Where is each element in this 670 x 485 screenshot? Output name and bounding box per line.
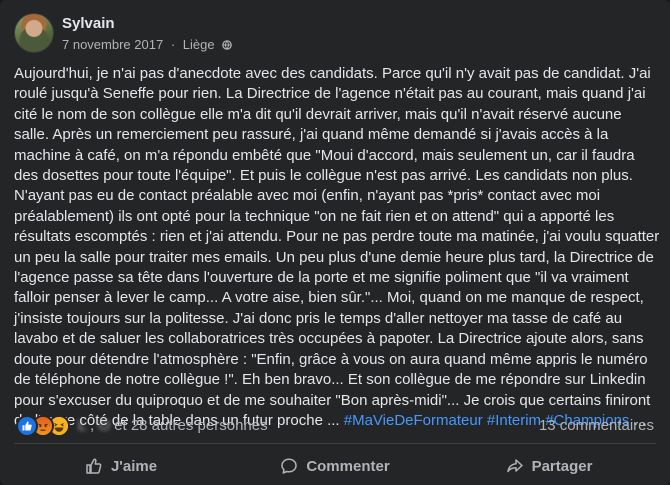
share-arrow-icon	[506, 459, 523, 473]
globe-icon[interactable]	[222, 40, 233, 50]
post-text: Aujourd'hui, je n'ai pas d'anecdote avec…	[14, 64, 660, 431]
reactor-others: et 28 autres personnes	[114, 417, 268, 434]
like-label: J'aime	[110, 457, 158, 475]
avatar[interactable]	[14, 13, 54, 53]
post-card: Sylvain 7 novembre 2017 · Liège Aujourd'…	[0, 0, 670, 485]
post-actions: J'aime Commenter Partager	[14, 449, 656, 483]
post-meta: 7 novembre 2017 · Liège	[62, 37, 233, 52]
reactor-name-1-hidden: ​	[85, 417, 90, 434]
post-date[interactable]: 7 novembre 2017	[62, 37, 163, 52]
reactor-name-2-hidden: ​	[109, 417, 115, 434]
like-button[interactable]: J'aime	[14, 449, 228, 483]
like-icon	[16, 415, 38, 437]
comment-button[interactable]: Commenter	[228, 449, 442, 483]
reactor-name-1: L	[78, 417, 86, 434]
comment-label: Commenter	[306, 457, 390, 475]
post-body: Aujourd'hui, je n'ai pas d'anecdote avec…	[14, 65, 664, 429]
reaction-names[interactable]: L​ , O​ et 28 autres personnes	[78, 417, 268, 434]
thumbs-up-icon	[86, 458, 102, 474]
author-name[interactable]: Sylvain	[62, 15, 115, 32]
reactor-name-2: O	[98, 417, 110, 434]
share-button[interactable]: Partager	[442, 449, 656, 483]
post-location[interactable]: Liège	[183, 37, 215, 52]
comment-count[interactable]: 13 commentaires	[539, 417, 654, 434]
comment-bubble-icon	[281, 458, 298, 474]
actions-divider	[14, 443, 656, 444]
reactions-bar: L​ , O​ et 28 autres personnes 13 commen…	[14, 414, 654, 437]
share-label: Partager	[531, 457, 593, 475]
meta-separator: ·	[170, 37, 176, 52]
